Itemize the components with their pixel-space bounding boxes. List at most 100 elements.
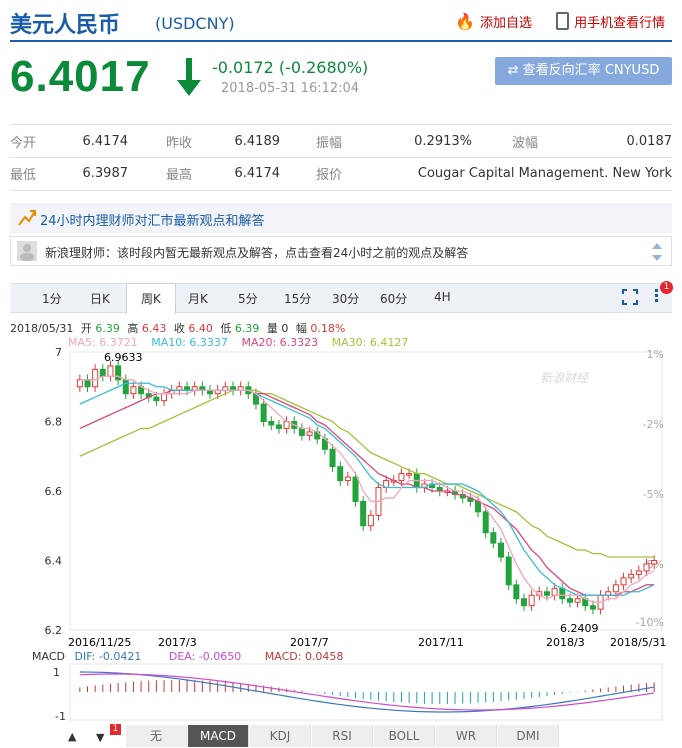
tab-period[interactable]: 周K — [126, 283, 176, 314]
candle-body — [643, 563, 650, 572]
candle-body — [406, 473, 413, 476]
candle-body — [107, 365, 114, 377]
stats-divider-top — [10, 124, 672, 125]
indicator-tab[interactable]: BOLL — [374, 725, 435, 747]
notification-badge: 1 — [660, 281, 673, 294]
header-divider — [10, 40, 672, 42]
kline-chart[interactable]: 76.86.66.46.21%-2%-5%-8%-10%6.96336.2409… — [0, 348, 682, 648]
scroll-down-button[interactable]: ▼ — [96, 726, 104, 745]
candle-body — [260, 403, 267, 422]
y-right-tick-label: 1% — [647, 348, 664, 361]
indicator-tab[interactable]: WR — [436, 725, 497, 747]
y-tick-label: 6.4 — [45, 555, 63, 568]
y-right-tick-label: -10% — [636, 616, 664, 629]
candle-body — [76, 379, 83, 388]
indicator-badge: 1 — [110, 724, 121, 735]
stat-value: Cougar Capital Management. New York — [417, 165, 672, 181]
currency-code: (USDCNY) — [155, 14, 235, 33]
expert-news-bar[interactable]: 24小时内理财师对汇市最新观点和解答 — [10, 203, 672, 233]
candle-body — [482, 511, 489, 534]
indicator-tab[interactable]: MACD — [188, 725, 249, 747]
candle-body — [505, 556, 512, 586]
candle-body — [620, 577, 627, 586]
down-arrow-icon — [177, 58, 201, 96]
candle-body — [520, 598, 527, 607]
tab-period[interactable]: 月K — [188, 290, 208, 307]
tab-period[interactable]: 5分 — [238, 290, 258, 307]
x-tick-label: 2018/5/31 — [610, 636, 666, 648]
candle-body — [574, 598, 581, 603]
candle-body — [551, 587, 558, 596]
tab-period[interactable]: 15分 — [284, 290, 311, 307]
stats-row-2: 最低 6.3987 最高 6.4174 报价 Cougar Capital Ma… — [10, 158, 672, 188]
candle-body — [122, 379, 129, 395]
x-tick-label: 2017/7 — [290, 636, 329, 648]
candle-body — [628, 573, 635, 579]
candle-body — [344, 476, 351, 482]
tab-period[interactable]: 30分 — [332, 290, 359, 307]
ma5-line — [79, 375, 655, 603]
stat-value: 0.2913% — [414, 133, 472, 149]
current-price: 6.4017 — [10, 52, 151, 101]
tab-period[interactable]: 4H — [434, 290, 451, 304]
candle-body — [559, 587, 566, 600]
volume-label: 量 — [266, 322, 278, 335]
scroll-arrows-icon[interactable] — [651, 240, 663, 264]
candle-body — [268, 421, 275, 426]
candle-body — [490, 532, 497, 544]
fullscreen-icon[interactable] — [622, 289, 638, 305]
tab-period[interactable]: 60分 — [380, 290, 407, 307]
watermark-text: 新浪财经 — [540, 371, 590, 385]
x-tick-label: 2017/11 — [418, 636, 464, 648]
x-tick-label: 2017/3 — [158, 636, 197, 648]
y-tick-label: 6.6 — [45, 485, 63, 498]
candle-volume: 0 — [281, 322, 289, 335]
stats-row-1: 今开 6.4174 昨收 6.4189 振幅 0.2913% 波幅 0.0187 — [10, 126, 672, 156]
max-price-label: 6.9633 — [104, 351, 143, 364]
indicator-tab[interactable]: DMI — [498, 725, 559, 747]
candle-body — [360, 500, 367, 527]
stat-label: 最低 — [10, 167, 37, 183]
candle-body — [337, 466, 344, 482]
candle-body — [84, 379, 91, 388]
fire-icon: 🔥 — [455, 12, 475, 31]
mobile-view-link[interactable]: 用手机查看行情 — [556, 12, 665, 31]
indicator-tab[interactable]: RSI — [312, 725, 373, 747]
trend-up-icon — [18, 210, 36, 226]
candle-body — [635, 570, 642, 575]
candle-open: 6.39 — [95, 322, 120, 335]
dif-line — [79, 671, 655, 713]
open-label: 开 — [80, 322, 92, 335]
candle-body — [298, 427, 305, 436]
candle-body — [498, 542, 505, 558]
y-right-tick-label: -5% — [643, 488, 664, 501]
candle-body — [528, 594, 535, 607]
scroll-up-button[interactable]: ▲ — [68, 725, 76, 744]
candle-body — [92, 368, 99, 388]
indicator-tab[interactable]: 无 — [126, 725, 187, 747]
stat-label: 报价 — [316, 167, 343, 183]
expert-news-item[interactable]: 新浪理财师：该时段内暂无最新观点及解答，点击查看24小时之前的观点及解答 — [10, 236, 672, 266]
candle-body — [99, 368, 106, 377]
reverse-rate-button[interactable]: ⇄ 查看反向汇率 CNYUSD — [495, 57, 672, 85]
indicator-tabs: 无 MACD KDJ RSI BOLL WR DMI — [126, 725, 626, 747]
candle-info: 2018/05/31 开 6.39 高 6.43 收 6.40 低 6.39 量… — [10, 320, 345, 336]
candle-date: 2018/05/31 — [10, 322, 74, 335]
candle-amplitude: 0.18% — [310, 322, 346, 335]
stat-value: 6.4174 — [234, 165, 281, 181]
y-tick-label: 6.8 — [45, 416, 63, 429]
low-label: 低 — [220, 322, 232, 335]
tab-period[interactable]: 1分 — [42, 290, 62, 307]
macd-chart[interactable]: 1 -1 — [0, 662, 682, 724]
min-price-label: 6.2409 — [560, 622, 599, 635]
add-watchlist-link[interactable]: 🔥 添加自选 — [455, 12, 532, 31]
down-arrow-icon: ▼ — [96, 731, 105, 744]
macd-y-tick: 1 — [53, 666, 60, 679]
stat-value: 0.0187 — [626, 133, 673, 149]
close-label: 收 — [173, 322, 185, 335]
amplitude-label: 幅 — [295, 322, 307, 335]
tab-period[interactable]: 日K — [90, 290, 110, 307]
phone-icon — [556, 12, 569, 30]
indicator-tab[interactable]: KDJ — [250, 725, 311, 747]
candle-body — [543, 591, 550, 596]
